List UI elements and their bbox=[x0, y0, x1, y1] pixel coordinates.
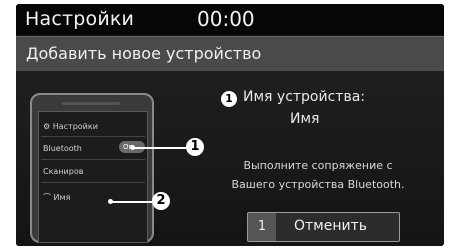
head-unit-screen: Настройки 00:00 Добавить новое устройств… bbox=[16, 4, 444, 246]
instruction-line-2: Вашего устройства Bluetooth. bbox=[231, 178, 405, 191]
phone-settings-label: ⚙ Настройки bbox=[43, 122, 98, 131]
phone-device-item: ⌒ Имя bbox=[43, 193, 71, 202]
callout-1-badge: 1 bbox=[186, 138, 204, 156]
phone-device-label: Имя bbox=[53, 193, 71, 202]
phone-settings-text: Настройки bbox=[52, 122, 98, 131]
page-title: Добавить новое устройство bbox=[26, 44, 262, 63]
phone-bluetooth-label: Bluetooth bbox=[43, 144, 82, 153]
callout-1-dot bbox=[130, 145, 135, 150]
cancel-button-label: Отменить bbox=[294, 218, 368, 234]
instruction-line-1: Выполните сопряжение с bbox=[243, 159, 393, 172]
cancel-button[interactable]: 1 Отменить bbox=[247, 212, 400, 242]
callout-1-line bbox=[133, 147, 186, 149]
callout-2-badge: 2 bbox=[152, 192, 170, 210]
divider bbox=[41, 159, 145, 160]
callout-2-line bbox=[111, 201, 152, 203]
clock: 00:00 bbox=[197, 7, 255, 31]
phone-screen: ⚙ Настройки Bluetooth On Сканиров ⌒ Имя bbox=[38, 111, 148, 243]
header-bar: Добавить новое устройство bbox=[16, 36, 444, 72]
divider bbox=[41, 182, 145, 183]
phone-scan-label: Сканиров bbox=[43, 167, 84, 176]
phone-speaker bbox=[62, 102, 120, 105]
divider bbox=[41, 136, 145, 137]
cancel-button-index: 1 bbox=[248, 213, 276, 241]
callout-2-dot bbox=[108, 199, 113, 204]
device-name-index-badge: 1 bbox=[221, 91, 237, 107]
pairing-content: ⚙ Настройки Bluetooth On Сканиров ⌒ Имя … bbox=[16, 71, 444, 246]
pairing-instruction: Выполните сопряжение с Вашего устройства… bbox=[198, 156, 438, 194]
device-name-label: Имя устройства: bbox=[243, 89, 365, 105]
phone-illustration: ⚙ Настройки Bluetooth On Сканиров ⌒ Имя bbox=[30, 93, 154, 243]
screen-title: Настройки bbox=[25, 8, 135, 30]
device-name-value: Имя bbox=[290, 111, 320, 127]
status-bar: Настройки 00:00 bbox=[16, 4, 444, 34]
